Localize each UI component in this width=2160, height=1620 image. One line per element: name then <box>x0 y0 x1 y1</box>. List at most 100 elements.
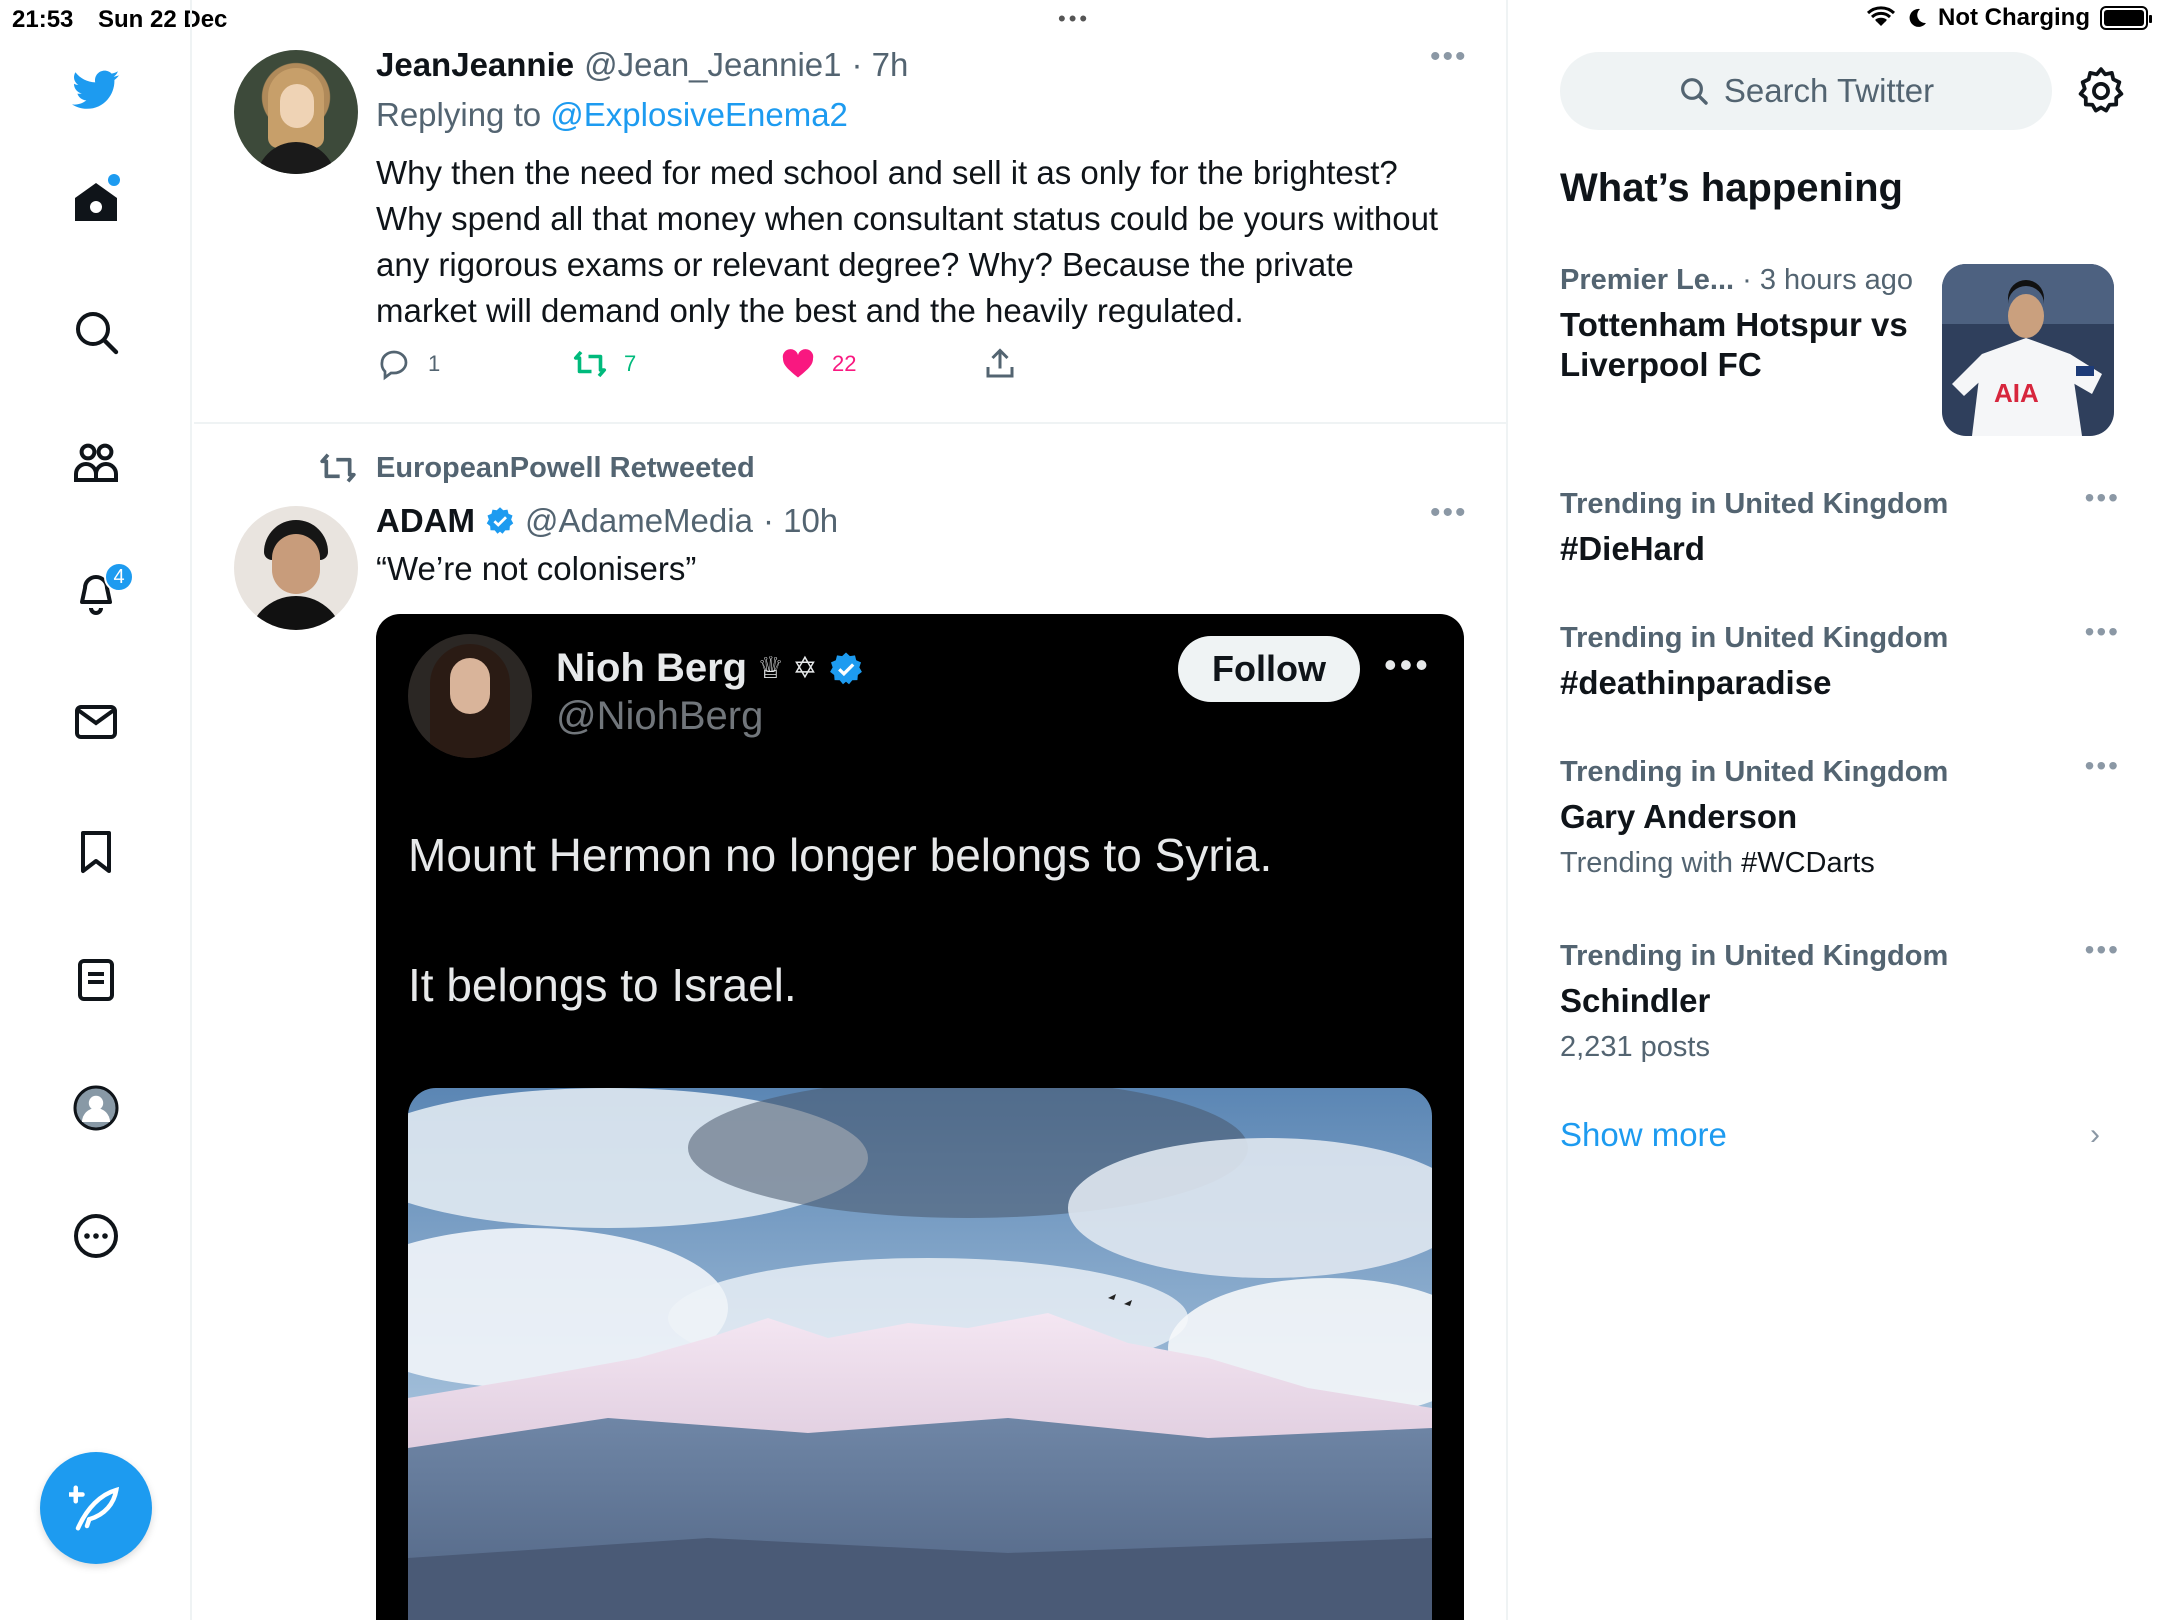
mountain-photo <box>408 1088 1432 1620</box>
replying-prefix: Replying to <box>376 96 551 133</box>
twitter-logo-icon[interactable] <box>66 60 126 120</box>
tweet-header: ADAM @AdameMedia · 10h <box>376 502 838 540</box>
like-count: 22 <box>832 351 857 376</box>
author-handle[interactable]: @AdameMedia <box>525 502 753 540</box>
embedded-more-icon: ••• <box>1384 644 1431 685</box>
trend-title: Gary Anderson <box>1560 798 1798 835</box>
reply-count: 1 <box>428 351 441 376</box>
news-category: Premier Le... <box>1560 264 1735 296</box>
retweet-count: 7 <box>624 351 637 376</box>
trend-item[interactable]: Trending in United Kingdom #DieHard ••• <box>1560 482 2120 569</box>
profile-avatar-icon <box>73 1085 119 1131</box>
trend-item[interactable]: Trending in United Kingdom Schindler 2,2… <box>1560 934 2120 1064</box>
tweet-more-icon[interactable]: ••• <box>1430 496 1468 530</box>
trend-more-icon[interactable]: ••• <box>2085 482 2120 514</box>
search-placeholder: Search Twitter <box>1723 72 1935 109</box>
right-sidebar: Search Twitter What’s happening Premier … <box>1510 0 2160 1620</box>
search-input[interactable]: Search Twitter <box>1560 52 2052 130</box>
tweet-text: “We’re not colonisers” <box>376 550 697 587</box>
bookmark-icon <box>81 831 111 873</box>
section-title: What’s happening <box>1560 166 1903 210</box>
embedded-text-line-2: It belongs to Israel. <box>408 959 797 1011</box>
news-time: · 3 hours ago <box>1734 264 1914 296</box>
trend-category: Trending in United Kingdom <box>1560 756 1949 788</box>
nav-home[interactable] <box>66 172 126 232</box>
trend-item[interactable]: Trending in United Kingdom #deathinparad… <box>1560 616 2120 703</box>
embedded-author: Nioh Berg ♕ ✡ <box>556 646 864 691</box>
author-name[interactable]: ADAM <box>376 502 475 540</box>
tweet[interactable]: JeanJeannie @Jean_Jeannie1 · 7h ••• Repl… <box>194 40 1508 424</box>
news-meta: Premier Le... · 3 hours ago <box>1560 264 1930 297</box>
retweeted-by-label[interactable]: EuropeanPowell Retweeted <box>376 452 755 485</box>
trend-item[interactable]: Trending in United Kingdom Gary Anderson… <box>1560 750 2120 880</box>
nav-explore[interactable] <box>66 302 126 362</box>
nav-communities[interactable] <box>66 432 126 492</box>
list-icon <box>78 959 114 1001</box>
tweet-time: · 7h <box>851 46 909 83</box>
trend-category: Trending in United Kingdom <box>1560 622 1949 654</box>
tweet-text: Why then the need for med school and sel… <box>376 154 1439 329</box>
tweet-header: JeanJeannie @Jean_Jeannie1 · 7h <box>376 46 908 84</box>
retweet-button[interactable]: 7 <box>572 346 636 382</box>
reply-icon <box>380 350 408 381</box>
nav-notifications[interactable]: 4 <box>66 562 134 622</box>
tweet-more-icon[interactable]: ••• <box>1430 40 1468 74</box>
trend-post-count: 2,231 posts <box>1560 1031 1710 1063</box>
embedded-text-line-1: Mount Hermon no longer belongs to Syria. <box>408 829 1273 881</box>
replying-to-link[interactable]: @ExplosiveEnema2 <box>550 96 848 133</box>
nav-bookmarks[interactable] <box>66 822 126 882</box>
trend-title: #deathinparadise <box>1560 664 1832 701</box>
search-icon <box>1680 78 1708 105</box>
embedded-author-symbols: ♕ ✡ <box>757 652 818 685</box>
mail-icon <box>75 705 117 739</box>
embedded-author-name: Nioh Berg <box>556 646 748 690</box>
verified-badge-icon <box>829 652 862 684</box>
trend-subtitle-tag: #WCDarts <box>1741 847 1875 879</box>
trend-category: Trending in United Kingdom <box>1560 488 1949 520</box>
embedded-avatar <box>408 634 532 758</box>
more-circle-icon <box>74 1214 118 1258</box>
trend-more-icon[interactable]: ••• <box>2085 616 2120 648</box>
gear-icon[interactable] <box>2076 66 2126 116</box>
like-button[interactable]: 22 <box>780 346 856 382</box>
embedded-author-handle: @NiohBerg <box>556 694 764 738</box>
chevron-right-icon: › <box>2090 1118 2100 1151</box>
trend-more-icon[interactable]: ••• <box>2085 750 2120 782</box>
retweet-icon <box>573 350 607 378</box>
nav-messages[interactable] <box>66 692 126 752</box>
svg-text:AIA: AIA <box>1994 378 2039 408</box>
timeline: JeanJeannie @Jean_Jeannie1 · 7h ••• Repl… <box>194 0 1508 1620</box>
author-name[interactable]: JeanJeannie <box>376 46 574 84</box>
news-item[interactable]: Premier Le... · 3 hours ago Tottenham Ho… <box>1560 264 1930 385</box>
retweet-icon <box>320 453 356 483</box>
home-unread-dot <box>108 174 120 186</box>
retweeted-by: EuropeanPowell Retweeted <box>318 448 755 488</box>
nav-profile[interactable] <box>66 1078 126 1138</box>
embedded-tweet-screenshot[interactable]: Nioh Berg ♕ ✡ @NiohBerg Follow ••• Mount… <box>376 614 1464 1620</box>
compose-feather-icon <box>69 1485 120 1531</box>
author-handle[interactable]: @Jean_Jeannie1 <box>584 46 841 84</box>
trend-subtitle: Trending with #WCDarts <box>1560 847 2120 880</box>
news-title: Tottenham Hotspur vs Liverpool FC <box>1560 306 1908 383</box>
news-thumbnail[interactable]: AIA <box>1942 264 2114 436</box>
trend-more-icon[interactable]: ••• <box>2085 934 2120 966</box>
share-icon <box>986 348 1014 378</box>
trend-title: Schindler <box>1560 982 1711 1019</box>
left-navigation: 4 <box>0 0 192 1620</box>
trend-title: #DieHard <box>1560 530 1705 567</box>
avatar[interactable] <box>234 506 358 630</box>
reply-button[interactable]: 1 <box>376 346 440 382</box>
tweet-time: · 10h <box>762 502 839 539</box>
nav-lists[interactable] <box>66 950 126 1010</box>
tweet[interactable]: EuropeanPowell Retweeted ADAM @AdameMedi… <box>194 426 1508 1620</box>
embedded-follow-button: Follow <box>1178 636 1360 702</box>
tweet-actions: 1 7 22 <box>376 346 1036 390</box>
avatar[interactable] <box>234 50 358 174</box>
share-button[interactable] <box>982 346 1018 382</box>
notifications-badge: 4 <box>104 562 134 592</box>
nav-more[interactable] <box>66 1206 126 1266</box>
verified-badge-icon <box>486 507 514 534</box>
heart-icon <box>782 349 814 378</box>
show-more-link[interactable]: Show more <box>1560 1116 1727 1154</box>
compose-tweet-button[interactable] <box>40 1452 152 1564</box>
